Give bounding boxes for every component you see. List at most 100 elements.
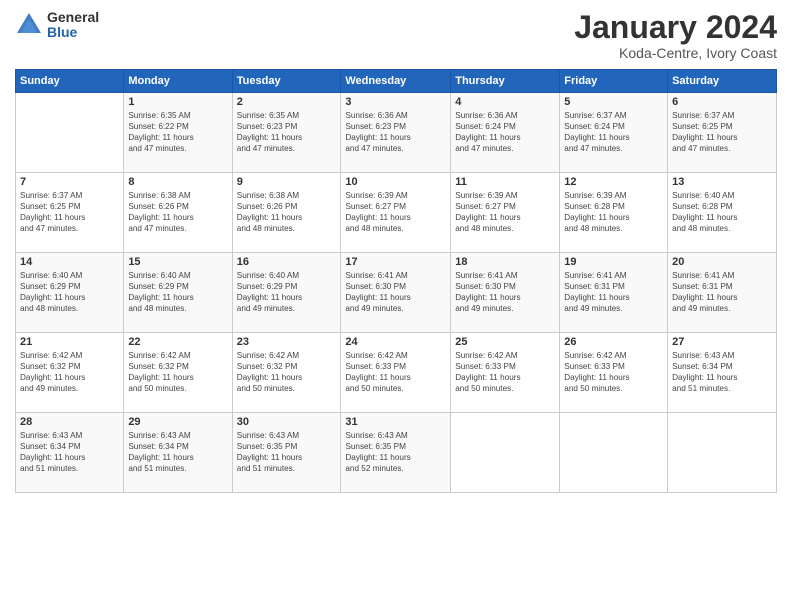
day-cell: 23Sunrise: 6:42 AM Sunset: 6:32 PM Dayli… xyxy=(232,333,341,413)
day-number: 28 xyxy=(20,416,119,428)
location: Koda-Centre, Ivory Coast xyxy=(574,45,777,61)
day-number: 11 xyxy=(455,176,555,188)
day-cell: 2Sunrise: 6:35 AM Sunset: 6:23 PM Daylig… xyxy=(232,93,341,173)
week-row-3: 14 Sunrise: 6:40 AM Sunset: 6:29 PM Dayli… xyxy=(16,253,777,333)
day-info: Sunrise: 6:42 AM Sunset: 6:33 PM Dayligh… xyxy=(455,350,555,394)
day-cell: 26 Sunrise: 6:42 AM Sunset: 6:33 PM Dayli… xyxy=(560,333,668,413)
day-cell: 18Sunrise: 6:41 AM Sunset: 6:30 PM Dayli… xyxy=(451,253,560,333)
title-area: January 2024 Koda-Centre, Ivory Coast xyxy=(574,10,777,61)
day-cell: 13 Sunrise: 6:40 AM Sunset: 6:28 PM Dayli… xyxy=(668,173,777,253)
day-info: Sunrise: 6:42 AM Sunset: 6:33 PM Dayligh… xyxy=(564,350,663,394)
day-cell: 4 Sunrise: 6:36 AM Sunset: 6:24 PM Daylig… xyxy=(451,93,560,173)
day-info: Sunrise: 6:39 AM Sunset: 6:27 PM Dayligh… xyxy=(455,190,555,234)
day-info: Sunrise: 6:43 AM Sunset: 6:34 PM Dayligh… xyxy=(672,350,772,394)
day-header-saturday: Saturday xyxy=(668,70,777,93)
day-info: Sunrise: 6:43 AM Sunset: 6:35 PM Dayligh… xyxy=(237,430,337,474)
day-number: 26 xyxy=(564,336,663,348)
day-cell xyxy=(451,413,560,493)
day-cell xyxy=(668,413,777,493)
day-header-sunday: Sunday xyxy=(16,70,124,93)
day-info: Sunrise: 6:36 AM Sunset: 6:23 PM Dayligh… xyxy=(345,110,446,154)
day-cell: 6 Sunrise: 6:37 AM Sunset: 6:25 PM Daylig… xyxy=(668,93,777,173)
day-number: 15 xyxy=(128,256,227,268)
day-number: 21 xyxy=(20,336,119,348)
day-number: 20 xyxy=(672,256,772,268)
day-info: Sunrise: 6:39 AM Sunset: 6:27 PM Dayligh… xyxy=(345,190,446,234)
day-number: 22 xyxy=(128,336,227,348)
logo-text: General Blue xyxy=(47,10,99,41)
day-info: Sunrise: 6:40 AM Sunset: 6:29 PM Dayligh… xyxy=(128,270,227,314)
day-cell: 30 Sunrise: 6:43 AM Sunset: 6:35 PM Dayli… xyxy=(232,413,341,493)
day-number: 4 xyxy=(455,96,555,108)
day-cell: 9 Sunrise: 6:38 AM Sunset: 6:26 PM Daylig… xyxy=(232,173,341,253)
day-info: Sunrise: 6:41 AM Sunset: 6:31 PM Dayligh… xyxy=(564,270,663,314)
day-cell: 7 Sunrise: 6:37 AM Sunset: 6:25 PM Daylig… xyxy=(16,173,124,253)
day-info: Sunrise: 6:40 AM Sunset: 6:29 PM Dayligh… xyxy=(20,270,119,314)
day-info: Sunrise: 6:36 AM Sunset: 6:24 PM Dayligh… xyxy=(455,110,555,154)
day-info: Sunrise: 6:43 AM Sunset: 6:35 PM Dayligh… xyxy=(345,430,446,474)
day-cell: 15 Sunrise: 6:40 AM Sunset: 6:29 PM Dayli… xyxy=(124,253,232,333)
day-info: Sunrise: 6:37 AM Sunset: 6:25 PM Dayligh… xyxy=(672,110,772,154)
day-number: 19 xyxy=(564,256,663,268)
day-info: Sunrise: 6:42 AM Sunset: 6:32 PM Dayligh… xyxy=(128,350,227,394)
general-blue-icon xyxy=(15,11,43,39)
day-number: 29 xyxy=(128,416,227,428)
day-info: Sunrise: 6:42 AM Sunset: 6:33 PM Dayligh… xyxy=(345,350,446,394)
day-cell: 14 Sunrise: 6:40 AM Sunset: 6:29 PM Dayli… xyxy=(16,253,124,333)
day-number: 25 xyxy=(455,336,555,348)
day-info: Sunrise: 6:38 AM Sunset: 6:26 PM Dayligh… xyxy=(128,190,227,234)
day-header-monday: Monday xyxy=(124,70,232,93)
day-number: 1 xyxy=(128,96,227,108)
day-cell: 27Sunrise: 6:43 AM Sunset: 6:34 PM Dayli… xyxy=(668,333,777,413)
day-number: 12 xyxy=(564,176,663,188)
day-number: 6 xyxy=(672,96,772,108)
day-cell: 29 Sunrise: 6:43 AM Sunset: 6:34 PM Dayli… xyxy=(124,413,232,493)
day-cell: 19 Sunrise: 6:41 AM Sunset: 6:31 PM Dayli… xyxy=(560,253,668,333)
day-header-wednesday: Wednesday xyxy=(341,70,451,93)
day-cell: 3 Sunrise: 6:36 AM Sunset: 6:23 PM Daylig… xyxy=(341,93,451,173)
day-info: Sunrise: 6:43 AM Sunset: 6:34 PM Dayligh… xyxy=(20,430,119,474)
day-number: 23 xyxy=(237,336,337,348)
day-number: 14 xyxy=(20,256,119,268)
week-row-5: 28 Sunrise: 6:43 AM Sunset: 6:34 PM Dayli… xyxy=(16,413,777,493)
day-cell: 8 Sunrise: 6:38 AM Sunset: 6:26 PM Daylig… xyxy=(124,173,232,253)
day-number: 7 xyxy=(20,176,119,188)
day-info: Sunrise: 6:43 AM Sunset: 6:34 PM Dayligh… xyxy=(128,430,227,474)
day-header-tuesday: Tuesday xyxy=(232,70,341,93)
day-cell: 25 Sunrise: 6:42 AM Sunset: 6:33 PM Dayli… xyxy=(451,333,560,413)
day-info: Sunrise: 6:40 AM Sunset: 6:28 PM Dayligh… xyxy=(672,190,772,234)
day-info: Sunrise: 6:38 AM Sunset: 6:26 PM Dayligh… xyxy=(237,190,337,234)
logo-blue: Blue xyxy=(47,25,99,40)
day-cell: 28 Sunrise: 6:43 AM Sunset: 6:34 PM Dayli… xyxy=(16,413,124,493)
day-cell xyxy=(560,413,668,493)
calendar: SundayMondayTuesdayWednesdayThursdayFrid… xyxy=(15,69,777,493)
day-cell: 24Sunrise: 6:42 AM Sunset: 6:33 PM Dayli… xyxy=(341,333,451,413)
day-cell: 5 Sunrise: 6:37 AM Sunset: 6:24 PM Daylig… xyxy=(560,93,668,173)
day-number: 30 xyxy=(237,416,337,428)
logo-general: General xyxy=(47,10,99,25)
day-number: 8 xyxy=(128,176,227,188)
day-info: Sunrise: 6:37 AM Sunset: 6:24 PM Dayligh… xyxy=(564,110,663,154)
header-row: SundayMondayTuesdayWednesdayThursdayFrid… xyxy=(16,70,777,93)
day-cell: 22 Sunrise: 6:42 AM Sunset: 6:32 PM Dayli… xyxy=(124,333,232,413)
day-number: 13 xyxy=(672,176,772,188)
logo: General Blue xyxy=(15,10,99,41)
day-number: 5 xyxy=(564,96,663,108)
day-cell: 10Sunrise: 6:39 AM Sunset: 6:27 PM Dayli… xyxy=(341,173,451,253)
day-cell xyxy=(16,93,124,173)
day-cell: 11 Sunrise: 6:39 AM Sunset: 6:27 PM Dayli… xyxy=(451,173,560,253)
day-info: Sunrise: 6:37 AM Sunset: 6:25 PM Dayligh… xyxy=(20,190,119,234)
week-row-2: 7 Sunrise: 6:37 AM Sunset: 6:25 PM Daylig… xyxy=(16,173,777,253)
day-info: Sunrise: 6:42 AM Sunset: 6:32 PM Dayligh… xyxy=(20,350,119,394)
day-cell: 31Sunrise: 6:43 AM Sunset: 6:35 PM Dayli… xyxy=(341,413,451,493)
day-number: 17 xyxy=(345,256,446,268)
day-cell: 21 Sunrise: 6:42 AM Sunset: 6:32 PM Dayli… xyxy=(16,333,124,413)
day-number: 9 xyxy=(237,176,337,188)
page: General Blue January 2024 Koda-Centre, I… xyxy=(0,0,792,612)
day-header-thursday: Thursday xyxy=(451,70,560,93)
day-number: 18 xyxy=(455,256,555,268)
week-row-1: 1Sunrise: 6:35 AM Sunset: 6:22 PM Daylig… xyxy=(16,93,777,173)
day-number: 16 xyxy=(237,256,337,268)
week-row-4: 21 Sunrise: 6:42 AM Sunset: 6:32 PM Dayli… xyxy=(16,333,777,413)
day-number: 3 xyxy=(345,96,446,108)
